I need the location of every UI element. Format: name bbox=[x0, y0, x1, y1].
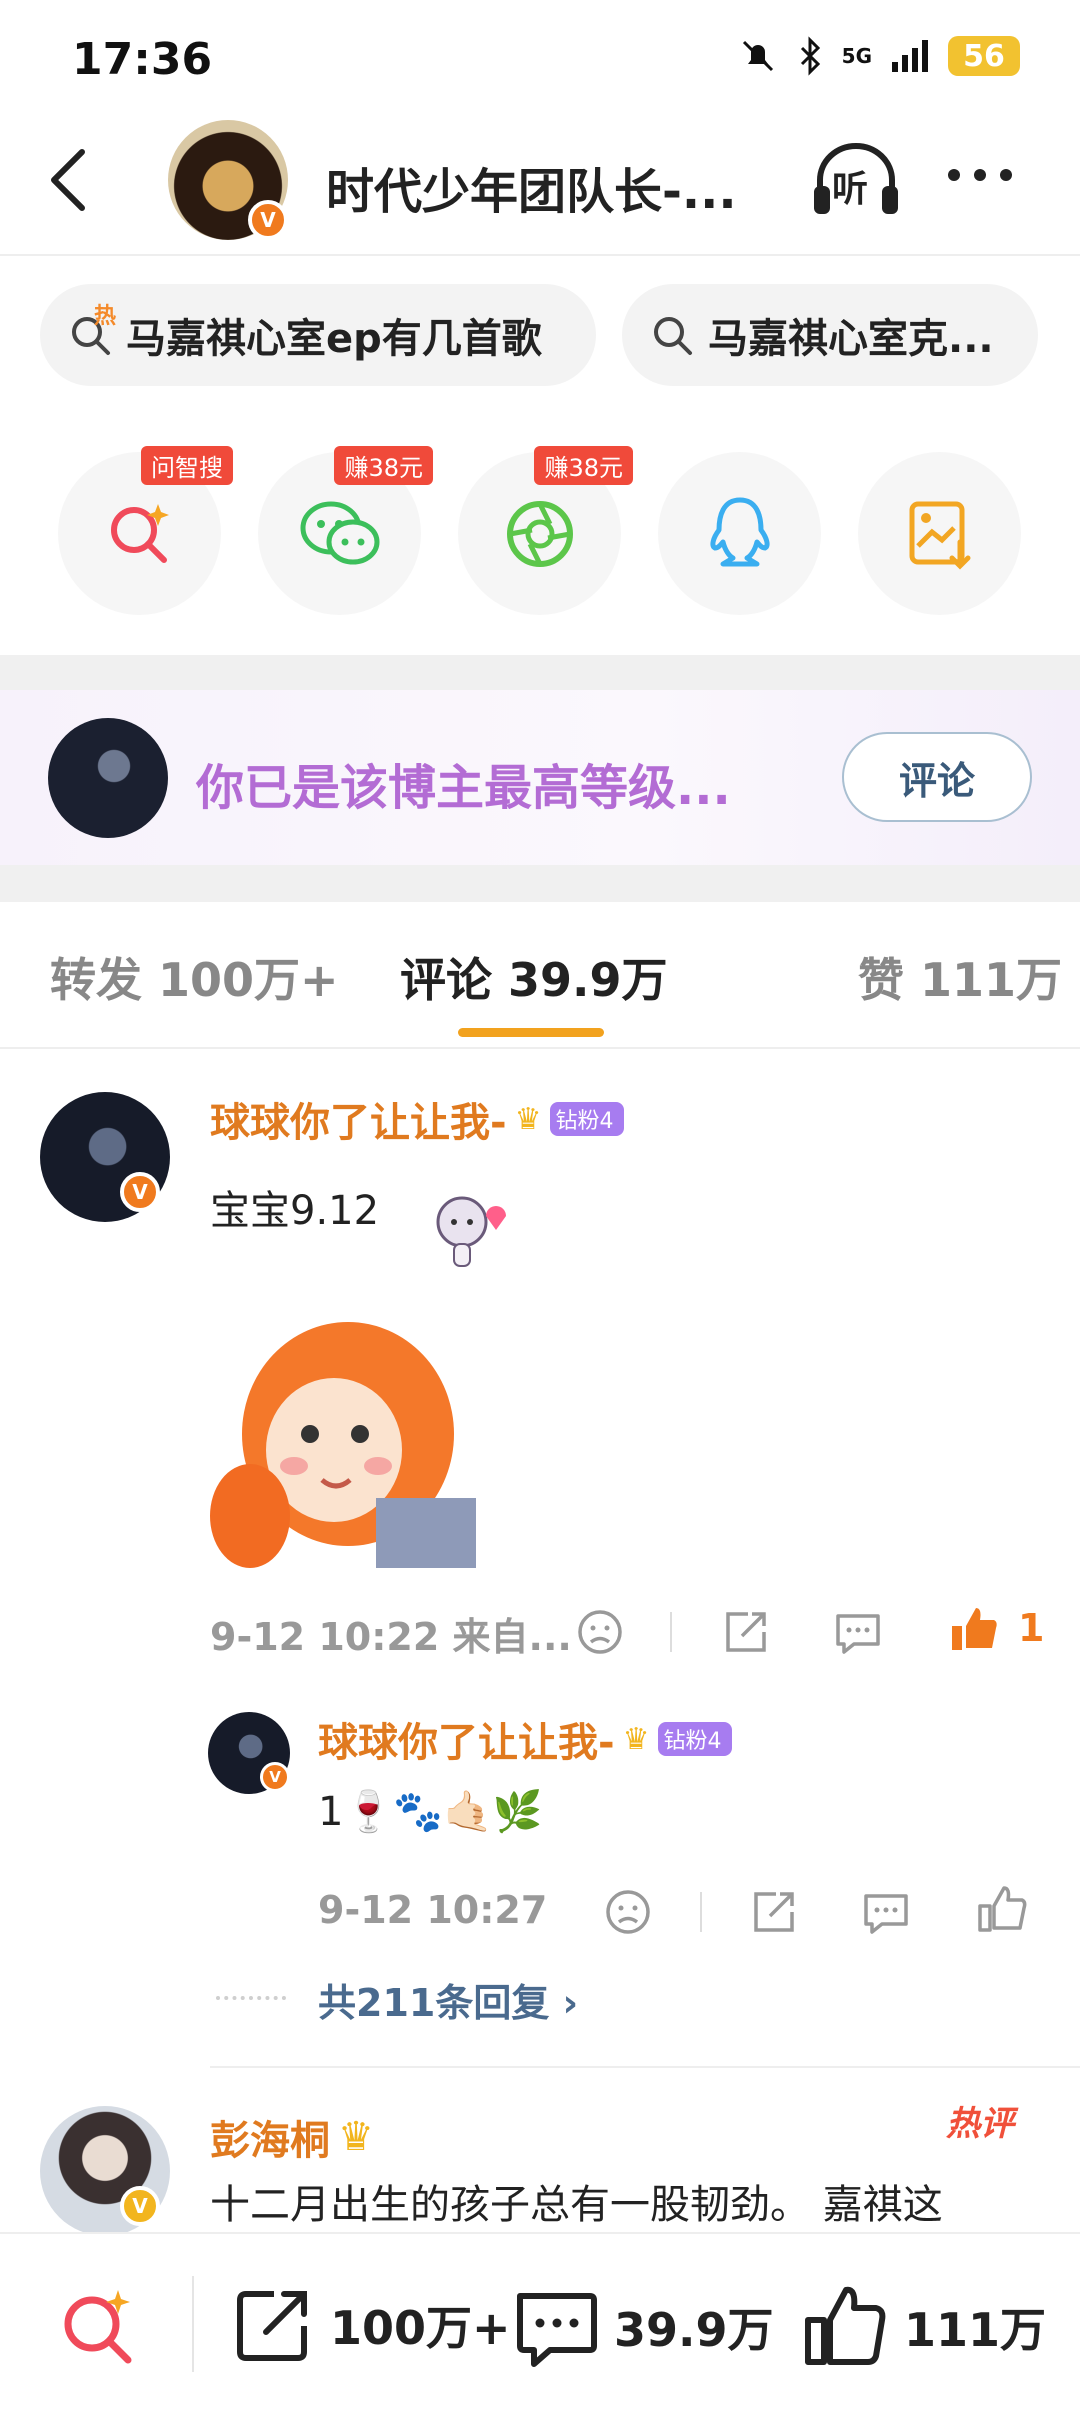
hot-comment-badge: 热评 bbox=[946, 2104, 1014, 2144]
comment-bubble-icon[interactable] bbox=[858, 1884, 914, 1940]
like-thumb-icon[interactable] bbox=[974, 1882, 1030, 1938]
bottom-action-bar: 100万+ 39.9万 111万 bbox=[0, 2232, 1080, 2412]
save-image-icon bbox=[909, 501, 970, 570]
fan-level-badge: 钻粉4 bbox=[549, 1102, 624, 1136]
section-gap bbox=[0, 865, 1080, 902]
comment-username[interactable]: 彭海桐 ♛ bbox=[210, 2108, 374, 2166]
comment-bubble-icon[interactable] bbox=[830, 1604, 886, 1660]
comment-text: 十二月出生的孩子总有一股韧劲。 嘉祺这 bbox=[210, 2182, 943, 2228]
tab-repost[interactable]: 转发 100万+ bbox=[50, 944, 339, 1010]
bottom-like-button[interactable]: 111万 bbox=[800, 2282, 1046, 2372]
mute-bell-icon bbox=[742, 40, 773, 72]
share-icon[interactable] bbox=[746, 1884, 802, 1940]
comment-divider bbox=[210, 2066, 1080, 2068]
tab-likes[interactable]: 赞 111万 bbox=[858, 944, 1062, 1010]
bluetooth-icon bbox=[800, 36, 820, 76]
verified-badge-icon: V bbox=[120, 1172, 160, 1212]
reply-dots bbox=[216, 1996, 286, 2000]
tab-comments[interactable]: 评论 39.9万 bbox=[400, 944, 668, 1010]
listen-button[interactable]: 听 bbox=[810, 140, 902, 220]
bottom-repost-button[interactable]: 100万+ bbox=[230, 2282, 511, 2368]
share-tag: 问智搜 bbox=[141, 446, 233, 485]
comment-timestamp: 9-12 10:22 来自... bbox=[210, 1615, 572, 1659]
hot-mark: 热 bbox=[94, 304, 117, 329]
ai-search-icon[interactable] bbox=[56, 2284, 140, 2368]
comment-text: 宝宝9.12 bbox=[210, 1188, 380, 1234]
comment-username[interactable]: 球球你了让让我- ♛ 钻粉4 bbox=[210, 1090, 624, 1148]
like-count: 1 bbox=[1018, 1606, 1045, 1650]
moments-aperture-icon bbox=[506, 500, 573, 567]
bottom-separator bbox=[192, 2276, 194, 2372]
network-type: 5G bbox=[841, 44, 872, 68]
username-text: 球球你了让让我- bbox=[210, 1100, 507, 1146]
share-row: 问智搜 赚38元 赚38元 bbox=[58, 446, 1022, 617]
fan-comment-button[interactable]: 评论 bbox=[842, 732, 1032, 822]
search-chip-text: 马嘉祺心室克... bbox=[708, 316, 994, 362]
comment-count: 39.9万 bbox=[614, 2303, 774, 2357]
wechat-icon bbox=[300, 501, 379, 564]
related-search-chips: 热 马嘉祺心室ep有几首歌 马嘉祺心室克... bbox=[40, 284, 1080, 388]
share-icon[interactable] bbox=[718, 1604, 774, 1660]
username-text: 彭海桐 bbox=[210, 2118, 330, 2164]
verified-badge-icon: V bbox=[248, 200, 288, 240]
signal-icon bbox=[892, 40, 928, 72]
page-title[interactable]: 时代少年团队长-... bbox=[326, 152, 737, 222]
share-ai-search[interactable]: 问智搜 bbox=[58, 446, 233, 615]
status-bar: 17:36 5G 56 bbox=[0, 0, 1080, 120]
status-icons: 5G 56 bbox=[738, 36, 1020, 76]
share-wechat[interactable]: 赚38元 bbox=[258, 446, 433, 615]
nav-bar: V 时代少年团队长-... 听 bbox=[0, 120, 1080, 255]
repost-count: 100万+ bbox=[330, 2301, 511, 2355]
engagement-tabs: 转发 100万+ 评论 39.9万 赞 111万 bbox=[0, 902, 1080, 1047]
qq-penguin-icon bbox=[709, 497, 770, 566]
share-save-image[interactable] bbox=[858, 452, 1021, 615]
like-thumb-icon bbox=[805, 2286, 886, 2365]
share-tag: 赚38元 bbox=[534, 446, 633, 485]
status-time: 17:36 bbox=[72, 34, 213, 85]
share-qq[interactable] bbox=[658, 452, 821, 615]
section-gap bbox=[0, 655, 1080, 690]
battery-indicator: 56 bbox=[948, 36, 1020, 76]
orange-monkey-sticker-icon bbox=[210, 1322, 476, 1568]
fan-level-banner: 你已是该博主最高等级... 评论 bbox=[0, 690, 1080, 865]
comment-bubble-icon bbox=[517, 2293, 597, 2367]
crown-icon: ♛ bbox=[514, 1101, 542, 1137]
bottom-comment-button[interactable]: 39.9万 bbox=[510, 2282, 774, 2372]
share-moments[interactable]: 赚38元 bbox=[458, 446, 633, 615]
dislike-face-icon[interactable] bbox=[572, 1604, 628, 1660]
view-all-replies-link[interactable]: 共211条回复 › bbox=[318, 1972, 578, 2027]
tabs-divider bbox=[0, 1047, 1080, 1049]
fan-level-badge: 钻粉4 bbox=[657, 1722, 732, 1756]
reply-text: 1🍷🐾🤙🏻🌿 bbox=[318, 1789, 543, 1835]
verified-badge-icon: V bbox=[120, 2186, 160, 2226]
action-separator bbox=[670, 1612, 672, 1652]
share-tag: 赚38元 bbox=[334, 446, 433, 485]
fan-level-text: 你已是该博主最高等级... bbox=[196, 760, 731, 816]
listen-label: 听 bbox=[832, 169, 869, 210]
username-text: 球球你了让让我- bbox=[318, 1720, 615, 1766]
ai-search-icon bbox=[110, 503, 169, 563]
nav-divider bbox=[0, 254, 1080, 256]
share-icon bbox=[237, 2291, 307, 2361]
like-count: 111万 bbox=[904, 2303, 1047, 2357]
back-arrow-icon[interactable] bbox=[40, 140, 100, 220]
crown-icon: ♛ bbox=[622, 1721, 650, 1757]
search-chip-1[interactable]: 热 马嘉祺心室ep有几首歌 bbox=[40, 284, 596, 386]
search-icon bbox=[654, 317, 692, 355]
action-separator bbox=[700, 1892, 702, 1932]
reply-username[interactable]: 球球你了让让我- ♛ 钻粉4 bbox=[318, 1710, 732, 1768]
dislike-face-icon[interactable] bbox=[600, 1884, 656, 1940]
search-chip-text: 马嘉祺心室ep有几首歌 bbox=[126, 316, 542, 362]
verified-badge-icon: V bbox=[260, 1762, 290, 1792]
my-avatar bbox=[48, 718, 168, 838]
active-tab-indicator bbox=[458, 1028, 604, 1037]
kuromi-sticker-icon bbox=[436, 1196, 506, 1267]
more-menu-icon[interactable] bbox=[948, 160, 1028, 190]
crown-icon: ♛ bbox=[338, 2114, 374, 2160]
reply-timestamp: 9-12 10:27 bbox=[318, 1888, 548, 1932]
like-thumb-icon[interactable] bbox=[946, 1602, 1002, 1658]
search-chip-2[interactable]: 马嘉祺心室克... bbox=[622, 284, 1038, 386]
